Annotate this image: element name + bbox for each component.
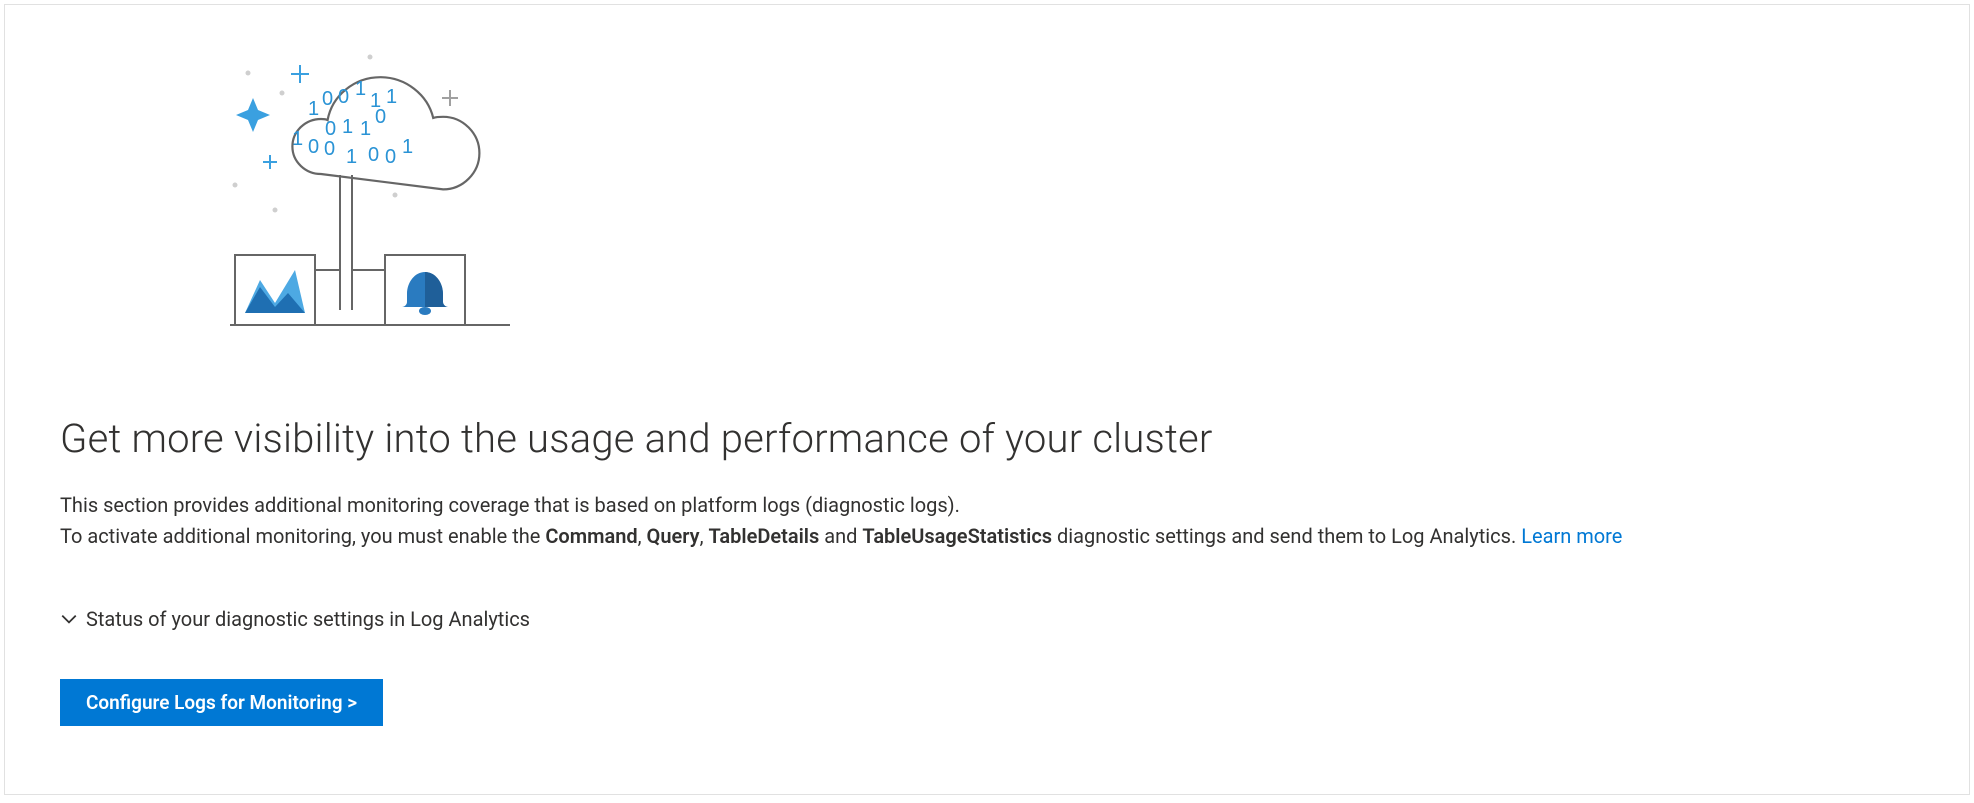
chevron-down-icon xyxy=(60,610,78,628)
svg-text:0: 0 xyxy=(338,86,349,108)
desc-bold-query: Query xyxy=(647,524,700,548)
svg-text:0: 0 xyxy=(325,118,336,140)
description-text: This section provides additional monitor… xyxy=(60,490,1919,552)
diagnostic-status-expander[interactable]: Status of your diagnostic settings in Lo… xyxy=(60,607,1919,631)
svg-text:0: 0 xyxy=(322,88,333,110)
desc-bold-command: Command xyxy=(545,524,637,548)
svg-text:0: 0 xyxy=(324,138,335,160)
desc-line1: This section provides additional monitor… xyxy=(60,493,960,517)
svg-text:0: 0 xyxy=(368,144,379,166)
svg-text:1: 1 xyxy=(402,136,413,158)
svg-text:1: 1 xyxy=(386,86,397,108)
desc-bold-tabledetails: TableDetails xyxy=(708,524,819,548)
monitoring-promo-panel: 1 0 0 1 1 1 0 0 1 1 1 0 0 1 0 0 1 xyxy=(4,4,1970,795)
svg-text:0: 0 xyxy=(375,106,386,128)
desc-line2-pre: To activate additional monitoring, you m… xyxy=(60,524,545,548)
learn-more-link[interactable]: Learn more xyxy=(1521,524,1622,548)
expander-label: Status of your diagnostic settings in Lo… xyxy=(86,607,530,631)
svg-text:1: 1 xyxy=(342,116,353,138)
svg-text:1: 1 xyxy=(292,128,303,150)
cloud-metrics-illustration: 1 0 0 1 1 1 0 0 1 1 1 0 0 1 0 0 1 xyxy=(230,35,630,385)
configure-logs-button[interactable]: Configure Logs for Monitoring > xyxy=(60,679,383,726)
svg-text:1: 1 xyxy=(346,146,357,168)
page-title: Get more visibility into the usage and p… xyxy=(60,415,1919,462)
svg-text:1: 1 xyxy=(308,98,319,120)
svg-text:1: 1 xyxy=(355,78,366,100)
svg-text:1: 1 xyxy=(360,118,371,140)
svg-text:0: 0 xyxy=(385,146,396,168)
desc-bold-tableusage: TableUsageStatistics xyxy=(862,524,1052,548)
svg-text:0: 0 xyxy=(308,136,319,158)
